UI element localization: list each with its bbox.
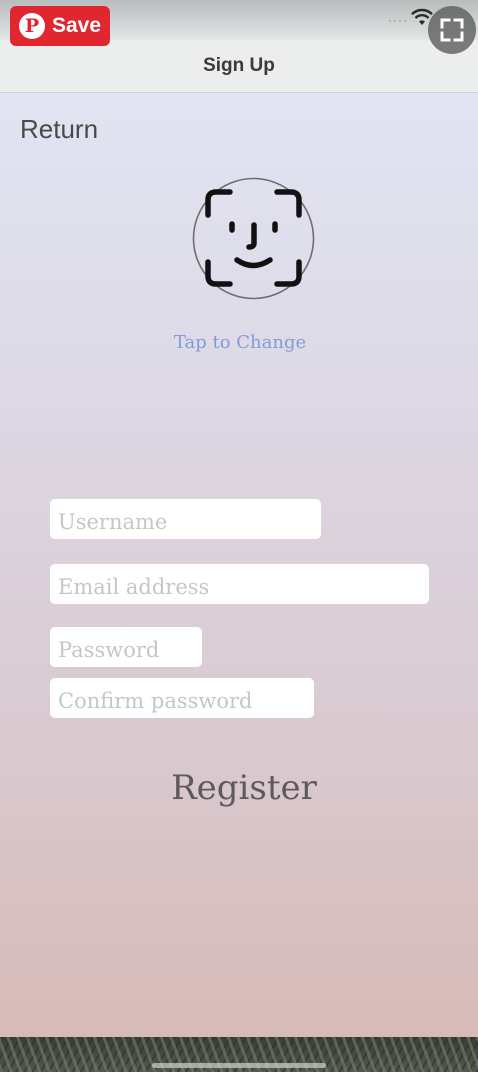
app-screen: ···· Sign Up P Save Return Tap to Change… [0, 0, 478, 1072]
page-title: Sign Up [203, 55, 275, 76]
navigation-bar: Sign Up [0, 40, 478, 93]
pinterest-save-button[interactable]: P Save [10, 6, 110, 46]
signal-dots: ···· [388, 13, 408, 27]
confirm-password-field[interactable] [50, 678, 314, 718]
change-photo-link[interactable]: Tap to Change [140, 332, 340, 353]
pinterest-logo-icon: P [19, 13, 45, 39]
face-id-icon[interactable] [192, 177, 315, 300]
email-field[interactable] [50, 564, 429, 604]
fullscreen-button[interactable] [428, 6, 476, 54]
register-button[interactable]: Register [139, 768, 349, 808]
username-field[interactable] [50, 499, 321, 539]
home-indicator[interactable] [152, 1063, 326, 1068]
save-label: Save [52, 14, 102, 37]
password-field[interactable] [50, 627, 202, 667]
expand-icon [440, 18, 464, 42]
return-button[interactable]: Return [20, 114, 98, 145]
